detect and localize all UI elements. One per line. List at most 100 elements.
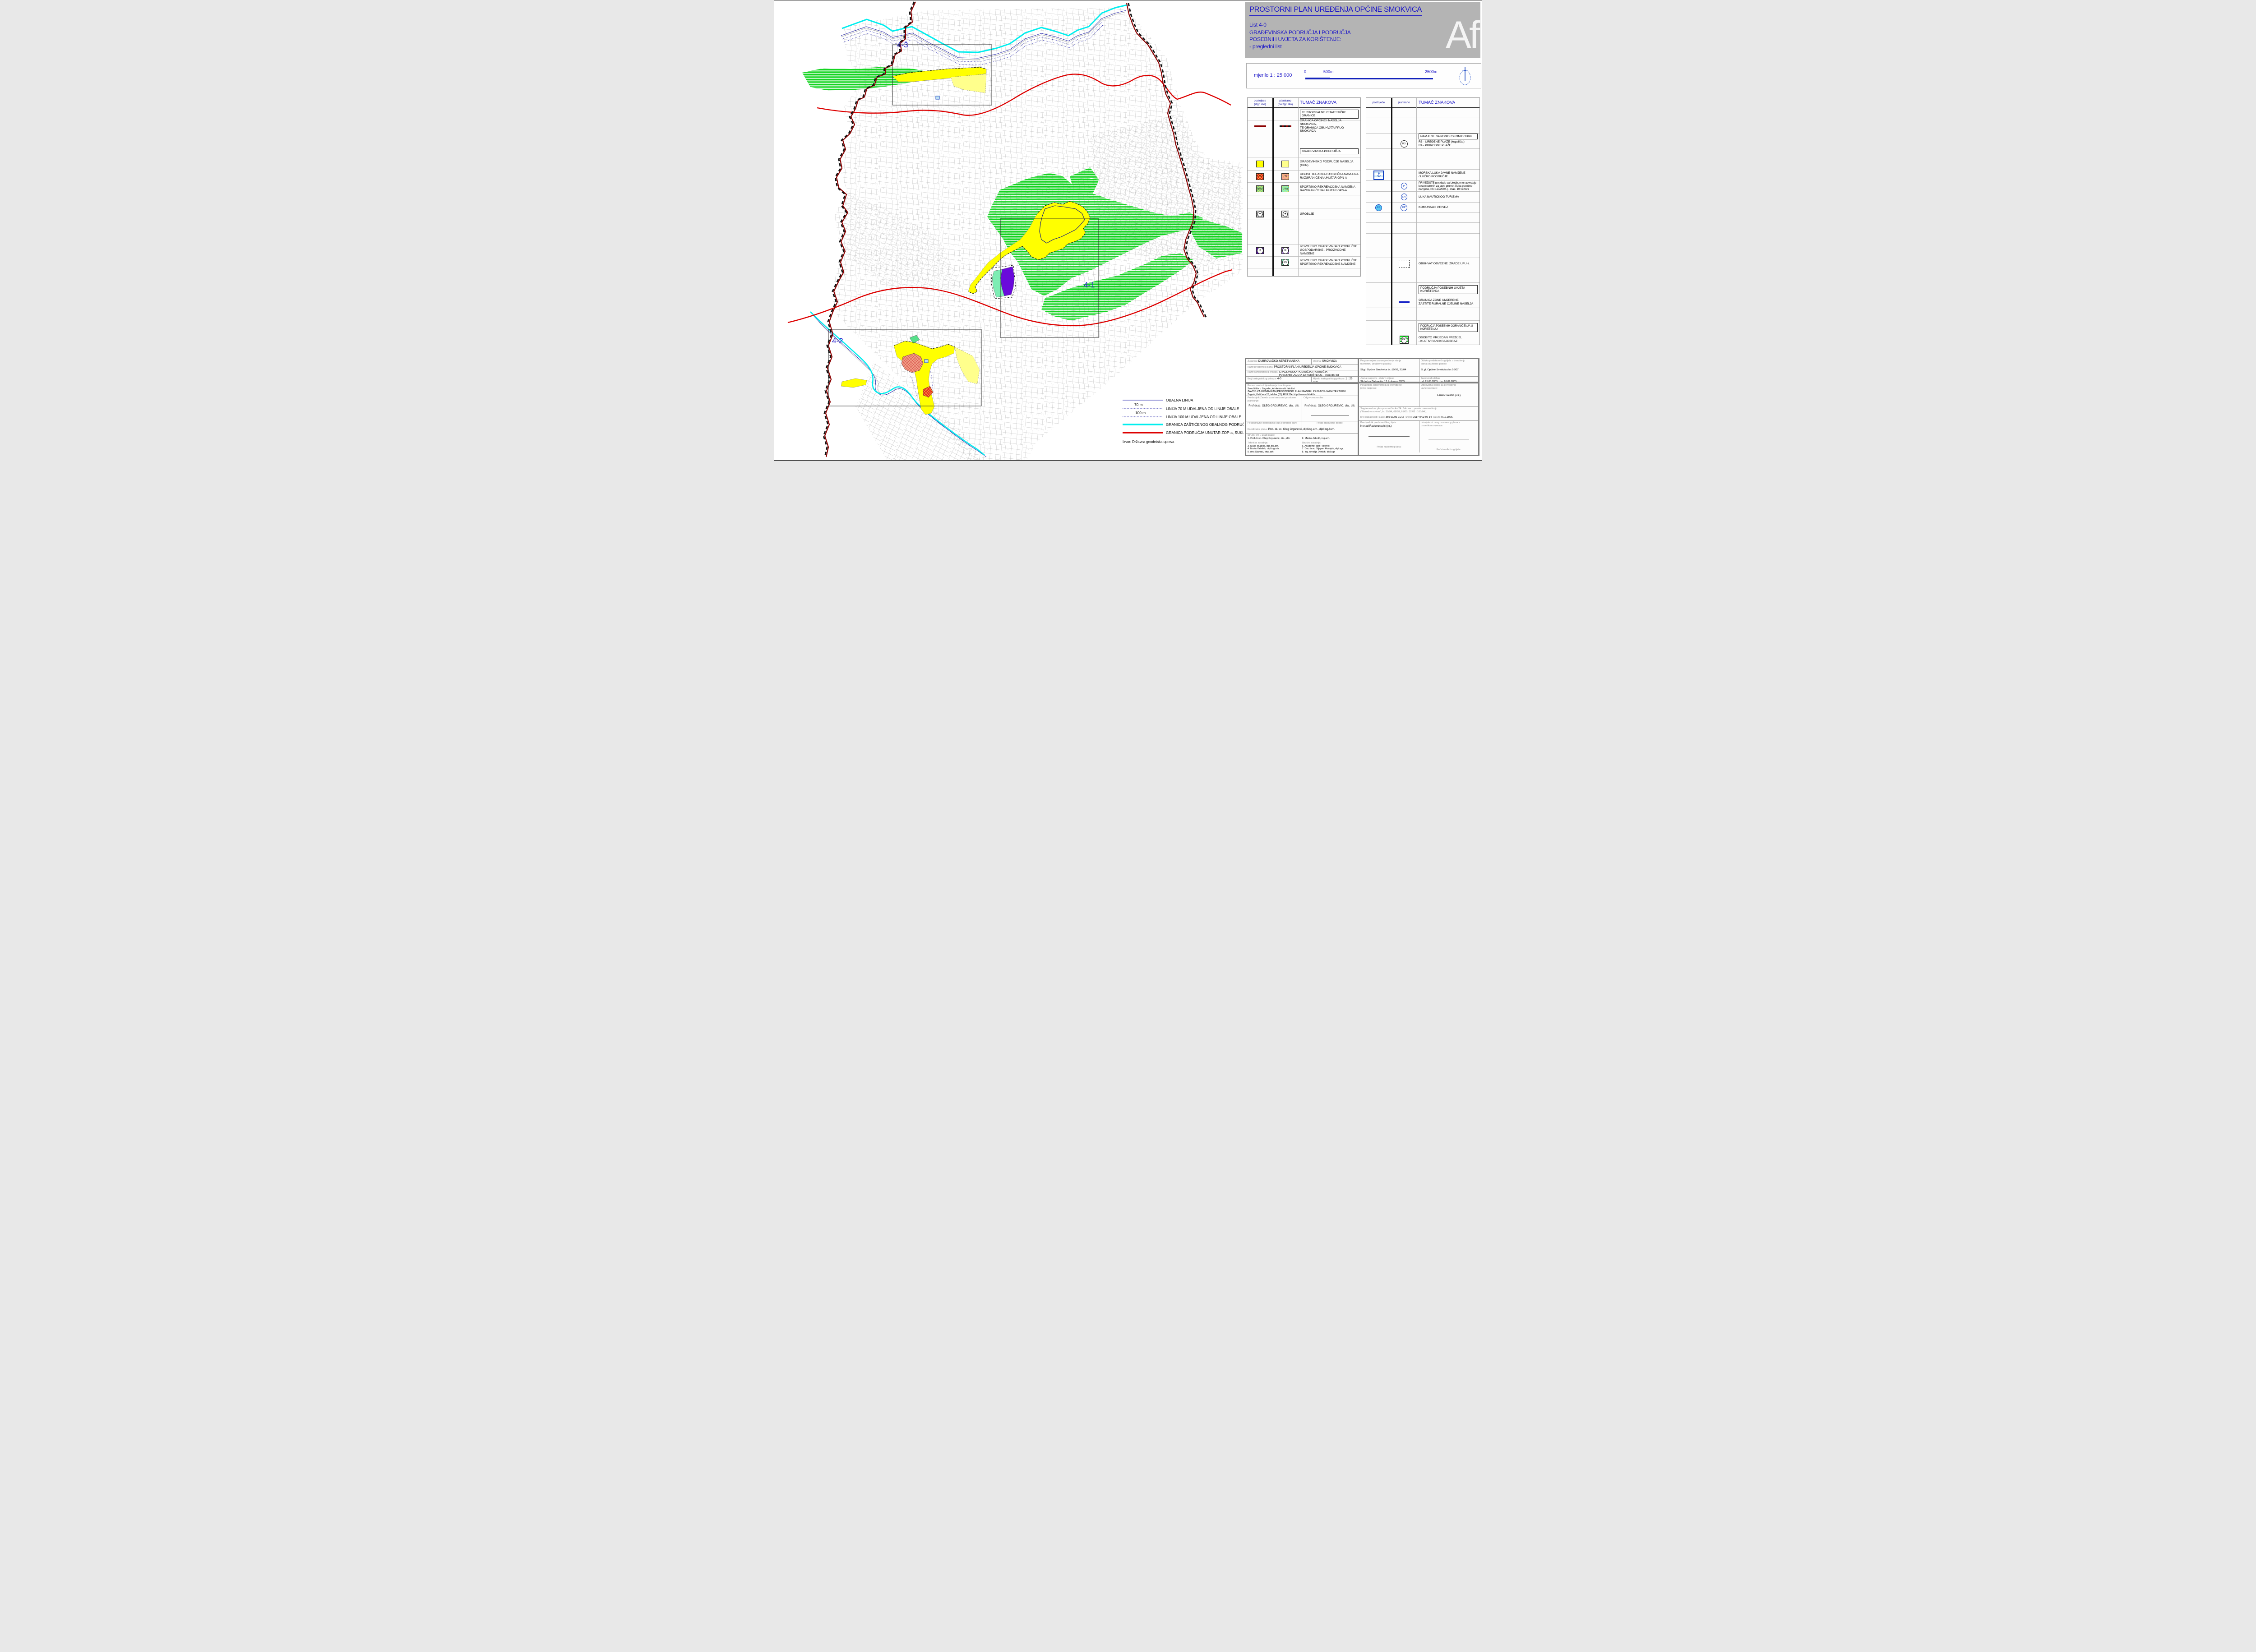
program-label-1: Program mjera za unapređenje stanja xyxy=(1360,360,1401,362)
predsjednik-value: Nenad Radovanović (v.r.) xyxy=(1360,425,1418,428)
legend-row-gpn: GRAĐEVINSKO PODRUČJE NASELJA (GPN) xyxy=(1248,157,1360,171)
odluka-label-1: Odluka predstavničkog tijela o donošenju xyxy=(1421,360,1465,362)
legend-row-kp: KP KP KOMUNALNI PRIVEZ xyxy=(1366,203,1479,213)
zone-line-swatch xyxy=(1399,301,1410,303)
luka-line1: MORSKA LUKA JAVNE NAMJENE xyxy=(1419,171,1465,175)
section-row: NAMJENE NA POMORSKOM DOBRU xyxy=(1366,134,1479,139)
legend-zop-label: GRANICA ZAŠTIĆENOG OBALNOG PODRUČJA (ZOP… xyxy=(1166,422,1244,427)
koordinator-value: Prof. dr. sc. Oleg Grgurević, dipl.ing.a… xyxy=(1268,428,1335,431)
luka-line2: / LUČKO PODRUČJE xyxy=(1419,175,1448,178)
legend-table-left: postojeće(izgr. dio) planirano(neizgr. d… xyxy=(1247,97,1361,277)
col-existing-sub: (izgr. dio) xyxy=(1254,103,1266,106)
cross-icon: + xyxy=(1257,211,1262,217)
i3-symbol: I3 xyxy=(1282,247,1289,254)
groblje-existing-swatch: + xyxy=(1256,211,1264,217)
legend-row-turisticka: (T1) (T) UGOSTITELJSKO-TURISTIČKA NAMJEN… xyxy=(1248,171,1360,183)
legend-header-row: postojeće planirano TUMAČ ZNAKOVA xyxy=(1366,98,1479,108)
pecat-nadleznog-label: Pečat nadležnog tijela: xyxy=(1421,448,1477,452)
gpn-planned-swatch xyxy=(1281,161,1289,167)
r3-line1: R3 - UREĐENE PLAŽE (kupališta) xyxy=(1419,140,1465,143)
legend-row-i3: I3 I3 IZDVOJENO GRAĐEVINSKO PODRUČJEGOSP… xyxy=(1248,245,1360,257)
empty-row xyxy=(1366,213,1479,223)
map-label-4-1: 4-1 xyxy=(1084,281,1095,289)
map-inline-legend: OBALNA LINIJA 70 m LINIJA 70 M UDALJENA … xyxy=(1115,383,1244,456)
legend-row-upu: OBUHVAT OBVEZNE IZRADE UPU-a xyxy=(1366,258,1479,270)
right-panel: PROSTORNI PLAN UREĐENJA OPĆINE SMOKVICA … xyxy=(1244,0,1482,460)
r5-existing-swatch: (R5) xyxy=(1256,185,1264,192)
col-planned-sub: (neizgr. dio) xyxy=(1278,103,1293,106)
odgovorna-value: Prof.dr.sc. OLEG GRGUREVIĆ, dia., diš. xyxy=(1304,404,1356,407)
program-value: Sl.gl. Općine Smokvica br.:10/99, 23/04 xyxy=(1360,369,1418,372)
tim-label: Stručni tim u izradi plana: xyxy=(1248,434,1356,437)
pravna-3: Zagreb, Kačićeva 26, tel./fax.(01) 4639 … xyxy=(1248,393,1356,396)
empty-row xyxy=(1248,268,1360,277)
odg-prov-label-2: javne rasprave: xyxy=(1421,387,1438,390)
section-pomorsko: NAMJENE NA POMORSKOM DOBRU xyxy=(1419,134,1478,139)
upu-label: OBUHVAT OBVEZNE IZRADE UPU-a xyxy=(1419,262,1469,266)
legend-70m-tag: 70 m xyxy=(1134,402,1143,407)
naziv-prikaza-1: GRAĐEVINSKA PODRUČJA I PODRUČJA xyxy=(1279,371,1328,374)
boundary-planned-swatch xyxy=(1280,125,1291,127)
i3-line2: GOSPODARSKE - PROIZVODNE NAMJENE xyxy=(1300,249,1345,255)
r5i-planned-swatch: R5 xyxy=(1281,259,1289,266)
t-line2: RAZGRANIČENA UNUTAR GPN-A xyxy=(1300,176,1347,180)
map-label-4-2: 4-2 xyxy=(832,337,843,345)
empty-row xyxy=(1366,270,1479,283)
r5-line2: RAZGRANIČENA UNUTAR GPN-A xyxy=(1300,189,1347,192)
groblje-label: GROBLJE xyxy=(1300,212,1314,216)
section-ogranicenja: PODRUČJA POSEBNIH OGRANIČENJA U KORIŠTEN… xyxy=(1419,323,1478,332)
zupanija-value: DUBROVAČKO-NERETVANSKA xyxy=(1258,360,1299,363)
legend-zop8-label: GRANICA PODRUČJA UNUTAR ZOP-a, SUKLADNO … xyxy=(1166,430,1244,435)
cross-icon: + xyxy=(1283,211,1288,217)
scale-tick-2500: 2500m xyxy=(1425,69,1438,74)
empty-row xyxy=(1366,117,1479,134)
kp-label: KOMUNALNI PRIVEZ xyxy=(1419,206,1448,209)
signature-line xyxy=(1428,438,1469,439)
legend-100m-tag: 100 m xyxy=(1135,411,1146,415)
t1-existing-swatch: (T1) xyxy=(1256,173,1264,180)
kp-planned-symbol: KP xyxy=(1401,204,1407,211)
legend-row-granica: GRANICA OPĆINE I NASELJA SMOKVICA,TE GRA… xyxy=(1248,120,1360,132)
legend-divider-thin xyxy=(1298,98,1299,276)
urbroj-label: urbroj: xyxy=(1405,416,1412,419)
tim-member-1: 1. Prof.dr.sc. Oleg Grgurević, dia., diš… xyxy=(1248,437,1290,440)
predstojnik-value: Prof.dr.sc. OLEG GRGUREVIĆ, dia., diš. xyxy=(1248,404,1300,407)
anchor-icon xyxy=(1373,171,1384,180)
scale-label: mjerilo 1 : 25 000 xyxy=(1254,73,1292,78)
section-row: PODRUČJA POSEBNIH UVJETA KORIŠTENJA xyxy=(1366,283,1479,296)
t-line1: UGOSTITELJSKO-TURISTIČKA NAMJENA xyxy=(1300,173,1359,176)
r5i-line2: SPORTSKO-REKREACIJSKE NAMJENE xyxy=(1300,263,1355,266)
opcina-label: Općina: xyxy=(1313,360,1322,363)
predstojnik-label-1: Predstojnik Zavoda za urbanizam i prosto… xyxy=(1248,397,1296,399)
legend-obalna-label: OBALNA LINIJA xyxy=(1166,398,1193,402)
map-label-4-3: 4-3 xyxy=(897,41,908,49)
pravna-2: ZAVOD ZA URBANIZAM,PROSTORNO PLANIRANJE … xyxy=(1248,390,1356,393)
scale-bar-segment-1 xyxy=(1305,78,1330,79)
tim-member-5: 5. Ana Stamać, stud.arh. xyxy=(1248,451,1302,453)
info-right-half: Program mjera za unapređenje stanjau pro… xyxy=(1359,359,1478,455)
empty-row xyxy=(1248,195,1360,208)
pecat-tijela-label-2: javne rasprave: xyxy=(1360,387,1377,390)
kp-existing-symbol: KP xyxy=(1375,204,1382,211)
sheet-subtitle-1: GRAĐEVINSKA PODRUČJA I PODRUČJA xyxy=(1249,29,1351,36)
legend-table-right: postojeće planirano TUMAČ ZNAKOVA NAMJEN… xyxy=(1366,97,1480,345)
title-block: PROSTORNI PLAN UREĐENJA OPĆINE SMOKVICA … xyxy=(1245,2,1480,58)
signature-line xyxy=(1428,403,1469,404)
istovjetnost-label-2: izvornikom ovjerava: xyxy=(1421,425,1443,427)
legend-row-r5-izdvojeno: R5 IZDVOJENO GRAĐEVINSKO PODRUČJESPORTSK… xyxy=(1248,257,1360,268)
faculty-mark: Af xyxy=(1446,17,1478,54)
rasprava-label: Javna rasprava - datum objave: xyxy=(1360,377,1395,380)
section-teritorijalne: TERITORIJALNE I STATISTIČKE GRANICE xyxy=(1300,110,1359,119)
tim-member-8: 8. Ing. Amalija Denich, dipl.agr. xyxy=(1302,451,1357,453)
r5i-line1: IZDVOJENO GRAĐEVINSKO PODRUČJE xyxy=(1300,259,1357,262)
legend-row-sportska: (R5) (R5) SPORTSKO-REKREACIJSKA NAMJENAR… xyxy=(1248,183,1360,195)
legend-title: TUMAČ ZNAKOVA xyxy=(1419,100,1455,105)
r5-symbol: R5 xyxy=(1282,259,1289,266)
empty-row xyxy=(1366,149,1479,170)
kk-line1: OSOBITO VRIJEDAN PREDJEL xyxy=(1419,336,1462,339)
ln-symbol: LN xyxy=(1401,194,1407,200)
tim-member-2: 2. Marko Jakelić, ing.arh. xyxy=(1302,437,1330,440)
datum-value: 9.10.2006. xyxy=(1441,416,1453,419)
r3-line2: R4 - PRIRODNE PLAŽE xyxy=(1419,144,1451,147)
legend-100m-label: LINIJA 100 M UDALJENA OD LINIJE OBALE xyxy=(1166,415,1241,419)
